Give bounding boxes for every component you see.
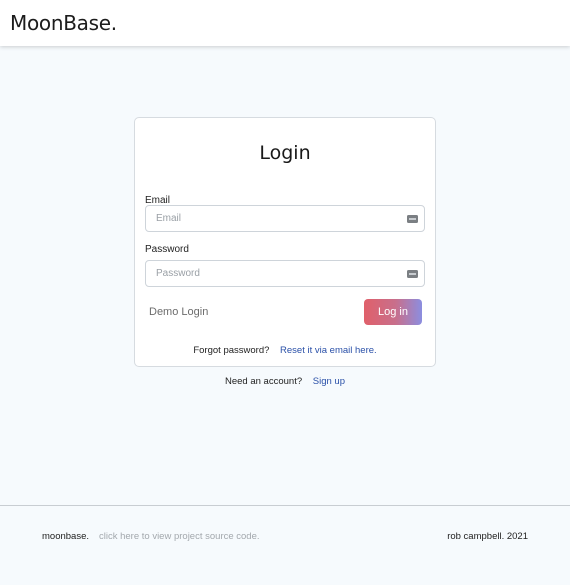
source-code-link[interactable]: click here to view project source code. bbox=[99, 531, 260, 542]
footer: moonbase. click here to view project sou… bbox=[0, 505, 570, 585]
email-field[interactable] bbox=[146, 206, 424, 231]
footer-brand: moonbase. bbox=[42, 531, 90, 542]
login-card: Login Email Password Demo Login Log in F… bbox=[134, 117, 436, 367]
navbar: MoonBase. bbox=[0, 0, 570, 46]
footer-credit: rob campbell. 2021 bbox=[447, 531, 528, 542]
signup-text: Need an account? bbox=[225, 376, 303, 387]
forgot-password-text: Forgot password? bbox=[193, 345, 270, 356]
login-button[interactable]: Log in bbox=[364, 299, 422, 325]
signup-link[interactable]: Sign up bbox=[313, 376, 345, 387]
email-field-wrapper bbox=[145, 205, 425, 232]
brand-logo[interactable]: MoonBase. bbox=[10, 11, 117, 35]
demo-login-button[interactable]: Demo Login bbox=[149, 306, 208, 318]
forgot-password-row: Forgot password? Reset it via email here… bbox=[135, 345, 435, 356]
credentials-icon[interactable] bbox=[407, 270, 418, 278]
login-title: Login bbox=[259, 142, 311, 164]
reset-password-link[interactable]: Reset it via email here. bbox=[280, 345, 377, 356]
password-field-wrapper bbox=[145, 260, 425, 287]
credentials-icon[interactable] bbox=[407, 215, 418, 223]
password-label: Password bbox=[145, 244, 189, 255]
signup-row: Need an account? Sign up bbox=[0, 376, 570, 387]
password-field[interactable] bbox=[146, 261, 424, 286]
